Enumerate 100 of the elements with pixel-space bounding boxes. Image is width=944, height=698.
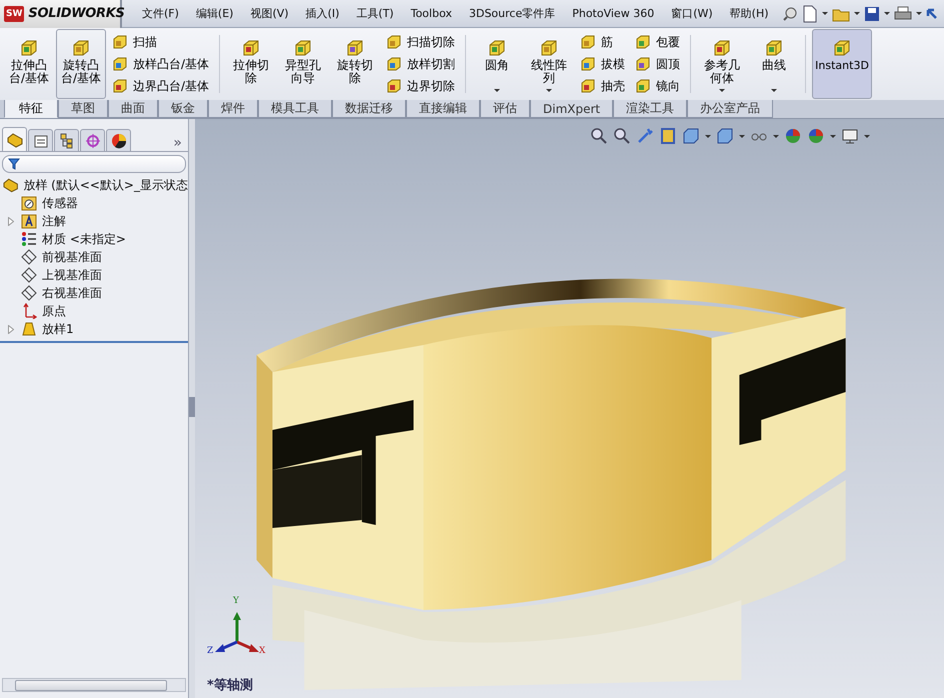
tool-button[interactable]: 参考几何体 [697, 29, 748, 99]
caret-icon[interactable] [864, 134, 870, 138]
caret-icon[interactable] [822, 12, 828, 15]
menu-item[interactable]: 插入(I) [306, 6, 340, 21]
tool-button[interactable]: 线性阵列 [524, 29, 574, 99]
tab[interactable]: 直接编辑 [406, 100, 480, 118]
tree-label[interactable]: 右视基准面 [42, 284, 102, 302]
caret-icon[interactable] [854, 12, 860, 15]
cube-icon[interactable] [682, 127, 700, 145]
horizontal-scrollbar[interactable] [2, 678, 186, 692]
axis-label: Y [233, 596, 239, 606]
tool-button[interactable]: 放样凸台/基体 [110, 56, 212, 72]
tool-button[interactable]: 筋 [578, 34, 628, 50]
block-icon [386, 56, 402, 72]
tab[interactable]: 模具工具 [258, 100, 332, 118]
caret-icon[interactable] [773, 134, 779, 138]
menu-item[interactable]: 3DSource零件库 [468, 6, 556, 21]
caret-icon[interactable] [771, 89, 778, 92]
menu-item[interactable]: 视图(V) [250, 6, 289, 21]
zoom-icon[interactable] [590, 127, 608, 145]
tab[interactable]: 办公室产品 [687, 100, 774, 118]
panel-tab[interactable] [2, 127, 27, 151]
tool-button[interactable]: 异型孔向导 [278, 29, 328, 99]
tool-button[interactable]: 镜向 [633, 78, 682, 94]
tool-button[interactable]: 包覆 [633, 34, 682, 50]
tree-label[interactable]: 原点 [42, 302, 66, 320]
tool-button[interactable]: 扫描 [110, 34, 212, 50]
panel-tab[interactable] [28, 129, 53, 151]
expand-arrow-icon[interactable] [8, 216, 14, 226]
tool-button[interactable]: 圆角 [472, 29, 522, 99]
tree-label[interactable]: 传感器 [42, 194, 78, 212]
tool-button[interactable]: 边界凸台/基体 [110, 78, 212, 94]
caret-icon[interactable] [546, 89, 552, 92]
menu-item[interactable]: PhotoView 360 [572, 7, 654, 20]
tool-button[interactable]: 旋转凸台/基体 [56, 29, 106, 99]
menu-item[interactable]: 窗口(W) [671, 6, 713, 21]
block-icon [386, 34, 402, 50]
tree-label[interactable]: 放样1 [42, 320, 74, 338]
plane-icon [21, 267, 37, 283]
color-ball-icon[interactable] [784, 127, 802, 145]
color-ball-icon [110, 132, 126, 148]
tree-label[interactable]: 注解 [42, 212, 66, 230]
tab[interactable]: 数据迁移 [332, 100, 406, 118]
tab[interactable]: 渲染工具 [613, 100, 688, 118]
axis-label: Z [207, 646, 214, 656]
tool-button[interactable]: 圆顶 [633, 56, 682, 72]
filter-field[interactable] [2, 155, 186, 173]
block-icon [580, 78, 596, 94]
section-icon[interactable] [659, 127, 677, 145]
tab[interactable]: 特征 [4, 100, 58, 118]
new-document-icon[interactable] [802, 4, 818, 22]
save-icon[interactable] [864, 6, 880, 22]
caret-icon[interactable] [705, 134, 711, 138]
caret-icon[interactable] [739, 134, 745, 138]
tool-button[interactable]: 扫描切除 [384, 34, 458, 50]
monitor-icon[interactable] [841, 127, 859, 145]
block-icon [241, 38, 262, 58]
tab[interactable]: 曲面 [108, 100, 158, 118]
logo-text: SOLIDWORKS [28, 6, 125, 21]
tree-label[interactable]: 材质 <未指定> [42, 230, 126, 248]
tool-button[interactable]: Instant3D [812, 29, 872, 99]
cube-icon[interactable] [716, 127, 734, 145]
tab[interactable]: DimXpert [530, 100, 614, 118]
printer-icon[interactable] [894, 6, 912, 22]
more-tabs-button[interactable]: » [173, 135, 182, 151]
tool-button[interactable]: 放样切割 [384, 56, 458, 72]
menu-item[interactable]: Toolbox [410, 7, 452, 20]
material-list-icon [21, 231, 37, 247]
menu-item[interactable]: 工具(T) [356, 6, 394, 21]
expand-arrow-icon[interactable] [8, 324, 14, 334]
caret-icon[interactable] [916, 12, 922, 15]
tool-button[interactable]: 拉伸凸台/基体 [4, 29, 54, 99]
menu-item[interactable]: 帮助(H) [730, 6, 769, 21]
tab[interactable]: 草图 [58, 100, 108, 118]
tool-button[interactable]: 曲线 [749, 29, 800, 99]
menu-item[interactable]: 文件(F) [142, 6, 179, 21]
axis-label: X [259, 646, 266, 656]
panel-tab[interactable] [54, 129, 79, 151]
caret-icon[interactable] [884, 12, 890, 15]
tree-label[interactable]: 前视基准面 [42, 248, 102, 266]
tool-button[interactable]: 拉伸切除 [226, 29, 276, 99]
tool-button[interactable]: 边界切除 [384, 78, 458, 94]
tab[interactable]: 评估 [480, 100, 530, 118]
tab[interactable]: 焊件 [208, 100, 258, 118]
color-ball-icon[interactable] [807, 127, 825, 145]
tool-button[interactable]: 抽壳 [578, 78, 628, 94]
menu-item[interactable]: 编辑(E) [196, 6, 234, 21]
tab[interactable]: 钣金 [158, 100, 208, 118]
tree-item[interactable]: 放样 (默认<<默认>_显示状态 [0, 176, 188, 194]
tool-button[interactable]: 拔模 [578, 56, 628, 72]
scrollbar-thumb[interactable] [15, 680, 167, 690]
splitter-handle[interactable] [189, 119, 195, 698]
caret-icon[interactable] [494, 89, 500, 92]
caret-icon[interactable] [719, 89, 726, 92]
caret-icon[interactable] [830, 134, 836, 138]
tree-label[interactable]: 上视基准面 [42, 266, 102, 284]
zoom-icon[interactable] [613, 127, 631, 145]
block-icon [764, 38, 784, 58]
tool-button[interactable]: 旋转切除 [330, 29, 380, 99]
panel-tab[interactable] [106, 129, 131, 151]
